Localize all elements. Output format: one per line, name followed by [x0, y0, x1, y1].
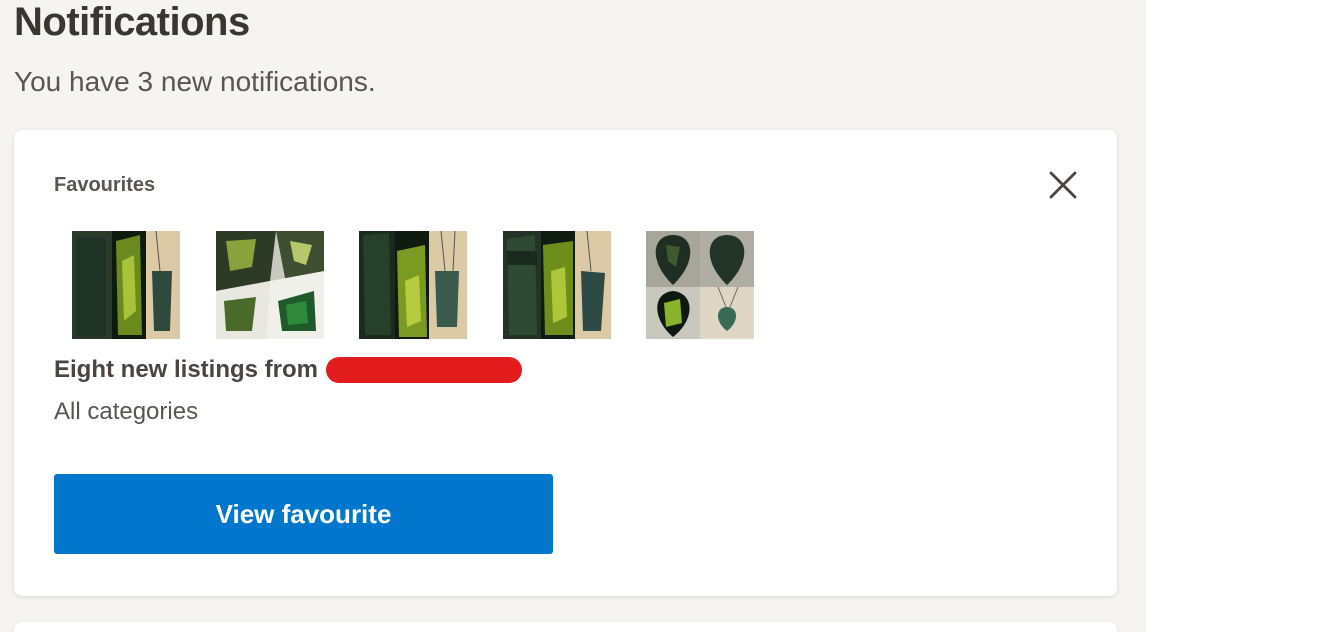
notification-category: All categories	[54, 398, 199, 425]
favourites-notification-card: Favourites Eight new listings from All c…	[14, 130, 1117, 596]
close-icon	[1049, 171, 1077, 199]
notifications-panel: Notifications You have 3 new notificatio…	[0, 0, 1146, 632]
headline-text: Eight new listings from	[54, 356, 319, 383]
listing-thumbnail-1[interactable]	[72, 231, 180, 339]
notification-headline[interactable]: Eight new listings from	[54, 356, 523, 384]
listing-thumbnail-3[interactable]	[359, 231, 467, 339]
listing-thumbnail-2[interactable]	[216, 231, 324, 339]
listing-thumbnail-5[interactable]	[646, 231, 754, 339]
next-notification-card	[14, 622, 1117, 632]
redacted-sender-name	[326, 357, 523, 383]
view-favourite-button[interactable]: View favourite	[54, 474, 553, 554]
right-blank-area	[1146, 0, 1327, 632]
close-button[interactable]	[1044, 166, 1082, 204]
section-label: Favourites	[54, 174, 156, 196]
notification-count-text: You have 3 new notifications.	[14, 66, 376, 97]
page-title: Notifications	[14, 0, 250, 44]
listing-thumbnail-4[interactable]	[503, 231, 611, 339]
